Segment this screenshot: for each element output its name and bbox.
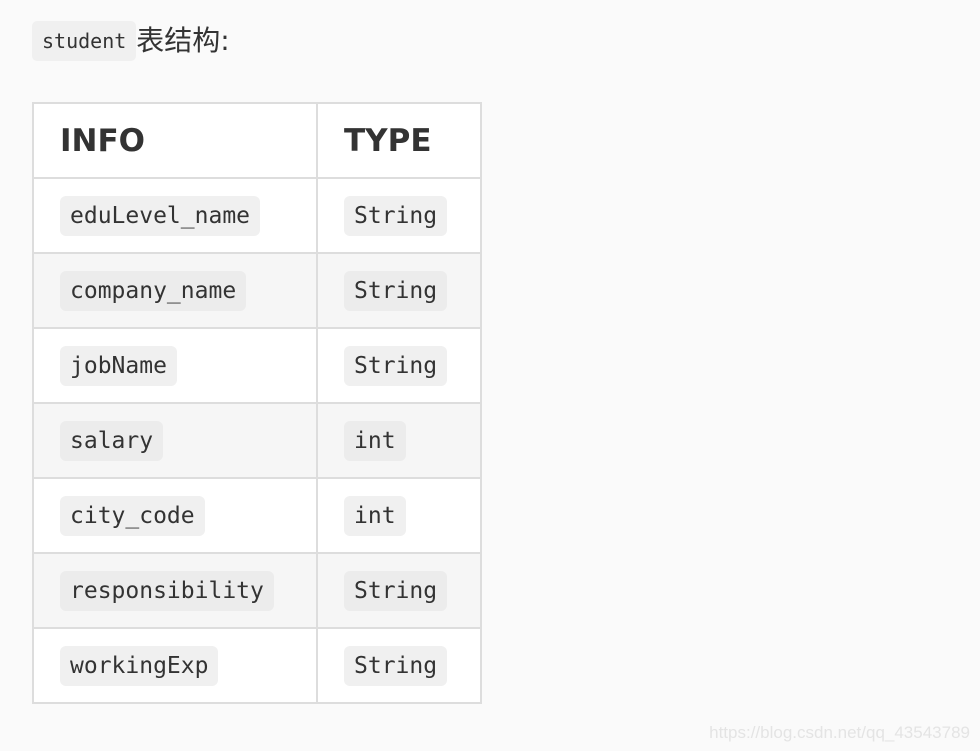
- field-type: String: [344, 570, 448, 611]
- field-type: int: [344, 495, 406, 536]
- type-cell: String: [316, 552, 482, 629]
- heading-text: 表结构:: [136, 24, 230, 57]
- schema-table: INFO TYPE eduLevel_name String company_n…: [32, 102, 482, 704]
- type-cell: String: [316, 252, 482, 329]
- info-cell: company_name: [32, 252, 318, 329]
- type-cell: String: [316, 177, 482, 254]
- field-name: workingExp: [60, 645, 219, 686]
- field-type: String: [344, 345, 448, 386]
- field-type: String: [344, 270, 448, 311]
- table-header-row: INFO TYPE: [32, 102, 482, 179]
- field-name: company_name: [60, 270, 247, 311]
- info-cell: city_code: [32, 477, 318, 554]
- field-name: jobName: [60, 345, 177, 386]
- field-type: int: [344, 420, 406, 461]
- section-heading: student 表结构:: [32, 20, 230, 62]
- type-cell: int: [316, 477, 482, 554]
- table-row: salary int: [32, 402, 482, 479]
- field-name: city_code: [60, 495, 205, 536]
- field-name: eduLevel_name: [60, 195, 261, 236]
- field-type: String: [344, 195, 448, 236]
- table-row: jobName String: [32, 327, 482, 404]
- info-cell: responsibility: [32, 552, 318, 629]
- info-cell: workingExp: [32, 627, 318, 704]
- type-cell: String: [316, 627, 482, 704]
- table-row: city_code int: [32, 477, 482, 554]
- field-name: responsibility: [60, 570, 274, 611]
- field-type: String: [344, 645, 448, 686]
- watermark: https://blog.csdn.net/qq_43543789: [709, 723, 970, 742]
- table-name-code: student: [32, 21, 137, 61]
- info-cell: jobName: [32, 327, 318, 404]
- table-row: workingExp String: [32, 627, 482, 704]
- table-row: eduLevel_name String: [32, 177, 482, 254]
- info-cell: salary: [32, 402, 318, 479]
- header-info: INFO: [32, 102, 318, 179]
- type-cell: String: [316, 327, 482, 404]
- field-name: salary: [60, 420, 164, 461]
- table-row: company_name String: [32, 252, 482, 329]
- header-type: TYPE: [316, 102, 482, 179]
- table-row: responsibility String: [32, 552, 482, 629]
- type-cell: int: [316, 402, 482, 479]
- info-cell: eduLevel_name: [32, 177, 318, 254]
